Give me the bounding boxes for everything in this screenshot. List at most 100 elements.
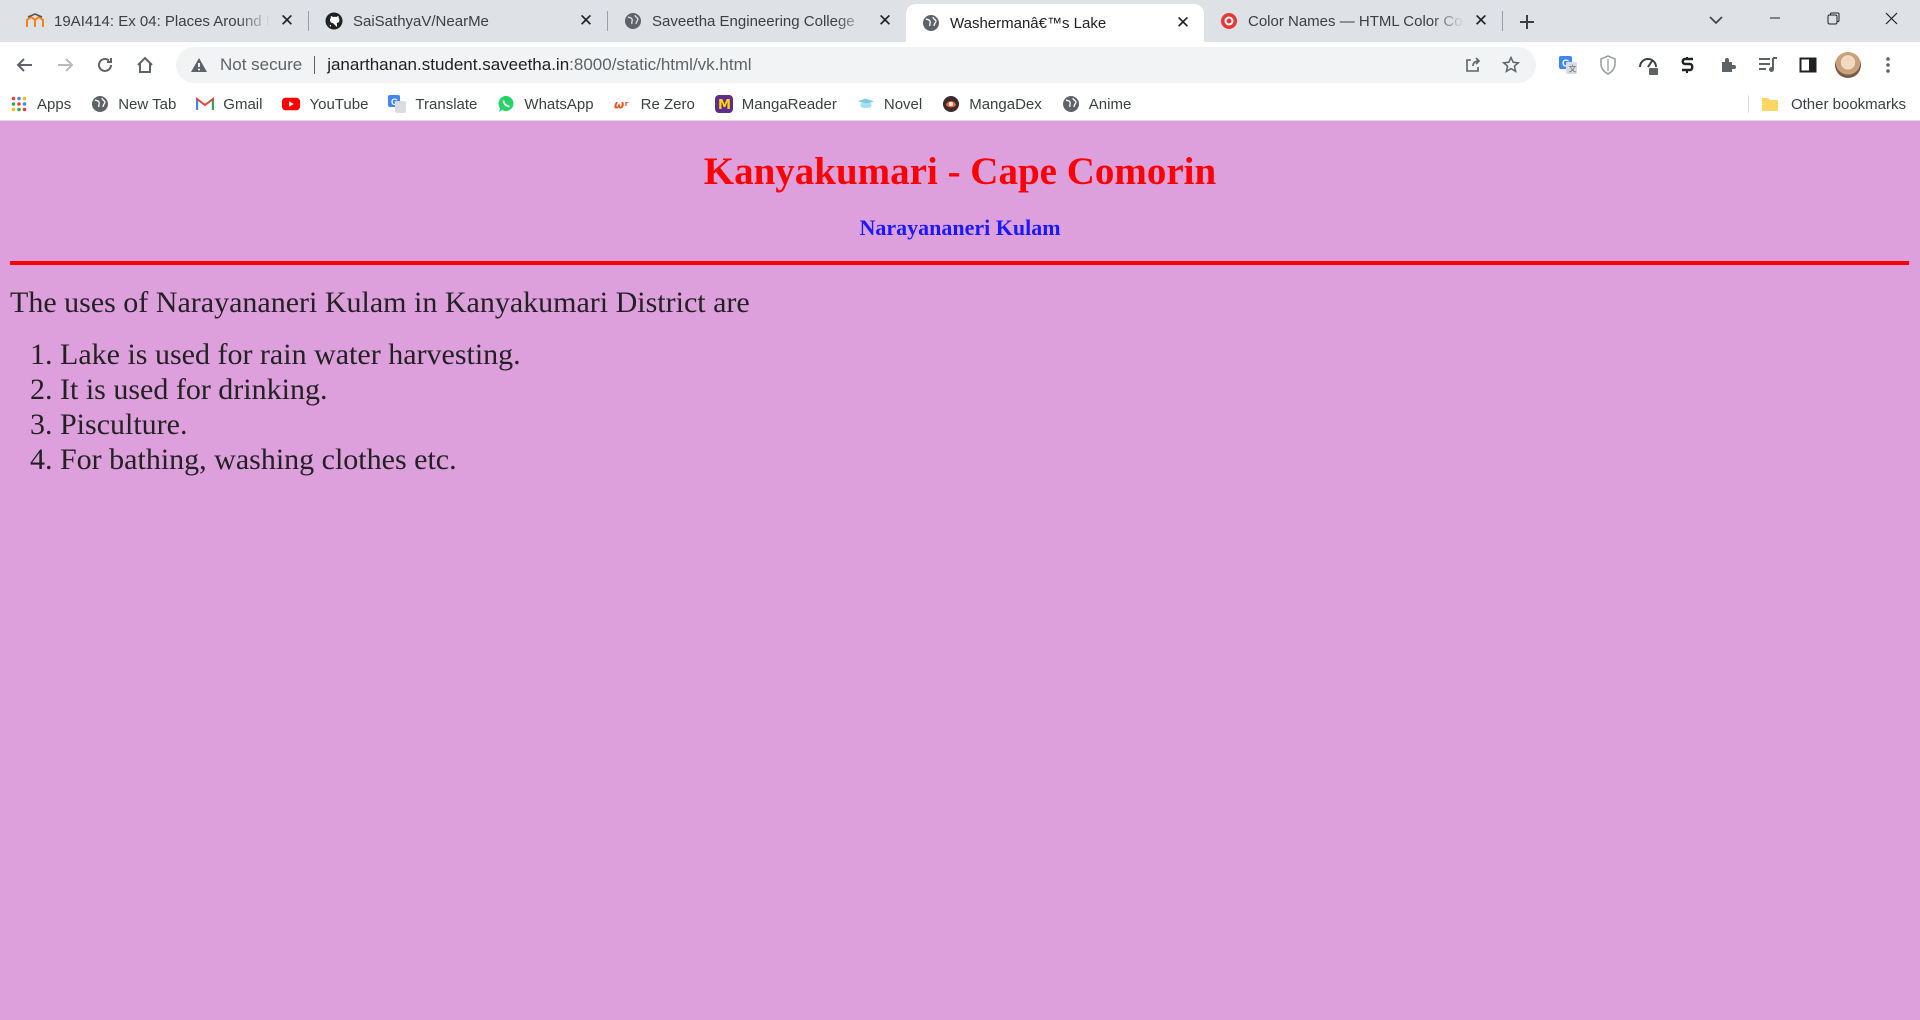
youtube-icon — [282, 95, 301, 113]
other-bookmarks[interactable]: Other bookmarks — [1761, 90, 1906, 118]
avatar[interactable] — [1835, 52, 1861, 78]
address-bar[interactable]: Not secure janarthanan.student.saveetha.… — [176, 47, 1536, 83]
bookmark-mangareader[interactable]: M MangaReader — [714, 90, 837, 118]
close-icon[interactable]: ✕ — [1174, 13, 1192, 32]
page-title: Kanyakumari - Cape Comorin — [703, 150, 1217, 193]
bookmark-mangadex[interactable]: MangaDex — [942, 90, 1042, 118]
moodle-icon — [26, 12, 44, 30]
tab-saveetha[interactable]: Saveetha Engineering College ✕ — [608, 4, 906, 38]
tab-search-button[interactable] — [1700, 4, 1732, 36]
security-label[interactable]: Not secure — [220, 55, 302, 75]
bookmark-apps[interactable]: Apps — [10, 90, 71, 118]
intro-text: The uses of Narayananeri Kulam in Kanyak… — [10, 286, 750, 319]
apps-grid-icon — [10, 95, 28, 113]
close-icon[interactable]: ✕ — [577, 11, 595, 30]
tab-strip: 19AI414: Ex 04: Places Around Me ✕ SaiSa… — [0, 0, 1920, 42]
lyrics-extension[interactable] — [1668, 48, 1708, 82]
tab-title: Saveetha Engineering College — [652, 12, 855, 30]
profile-button[interactable] — [1828, 48, 1868, 82]
bookmark-star-button[interactable] — [1496, 50, 1526, 80]
list-item: Pisculture. — [60, 407, 1910, 442]
arrow-right-icon — [58, 58, 74, 72]
mangadex-icon — [942, 95, 960, 113]
extensions-button[interactable] — [1708, 48, 1748, 82]
tab-title: SaiSathyaV/NearMe — [353, 12, 489, 30]
rezero-icon: ωr — [614, 95, 632, 113]
tab-separator — [1502, 11, 1503, 31]
svg-text:文: 文 — [1569, 64, 1577, 74]
globe-icon — [624, 12, 642, 30]
bookmark-label: Apps — [37, 95, 72, 113]
tab-title: Color Names — HTML Color Codes — [1248, 12, 1464, 30]
reload-button[interactable] — [88, 48, 122, 82]
reading-list-button[interactable] — [1748, 48, 1788, 82]
plus-icon — [1520, 15, 1534, 29]
bookmark-new-tab[interactable]: New Tab — [91, 90, 176, 118]
novel-icon — [857, 95, 875, 113]
minimize-button[interactable] — [1746, 0, 1804, 36]
side-panel-button[interactable] — [1788, 48, 1828, 82]
gmail-icon — [196, 95, 215, 113]
bookmark-label: New Tab — [118, 95, 177, 113]
more-vert-icon — [1886, 57, 1890, 73]
bookmark-novel[interactable]: Novel — [857, 90, 922, 118]
speed-extension[interactable] — [1628, 48, 1668, 82]
bookmark-whatsapp[interactable]: WhatsApp — [497, 90, 594, 118]
color-wheel-icon — [1220, 12, 1238, 30]
bookmark-gmail[interactable]: Gmail — [196, 90, 262, 118]
svg-text:r: r — [624, 99, 628, 108]
close-icon[interactable]: ✕ — [278, 11, 296, 30]
bookmark-re-zero[interactable]: ωr Re Zero — [614, 90, 695, 118]
share-icon — [1466, 57, 1481, 72]
url-text[interactable]: janarthanan.student.saveetha.in:8000/sta… — [327, 55, 1450, 75]
svg-text:M: M — [718, 98, 731, 113]
chevron-down-icon — [1709, 16, 1723, 25]
bookmark-translate[interactable]: G Translate — [388, 90, 477, 118]
tab-title: 19AI414: Ex 04: Places Around Me — [54, 12, 270, 30]
forward-button[interactable] — [48, 48, 82, 82]
bookmark-label: Anime — [1088, 95, 1132, 113]
bookmark-label: YouTube — [309, 95, 369, 113]
back-button[interactable] — [8, 48, 42, 82]
home-button[interactable] — [128, 48, 162, 82]
google-translate-extension[interactable]: G文 — [1548, 48, 1588, 82]
list-item: Lake is used for rain water harvesting. — [60, 337, 1910, 372]
divider — [314, 56, 316, 74]
bookmarks-bar: Apps New Tab Gmail YouTube G Translate W… — [0, 88, 1920, 121]
bookmark-anime[interactable]: Anime — [1062, 90, 1132, 118]
whatsapp-icon — [497, 95, 515, 113]
url-path: :8000/static/html/vk.html — [569, 55, 752, 74]
speedometer-icon — [1639, 58, 1658, 75]
github-icon — [325, 12, 343, 30]
close-icon[interactable]: ✕ — [876, 11, 894, 30]
tab-color-names[interactable]: Color Names — HTML Color Codes ✕ — [1204, 4, 1502, 38]
bookmark-label: Novel — [883, 95, 923, 113]
translate-icon: G — [388, 95, 407, 113]
tab-github[interactable]: SaiSathyaV/NearMe ✕ — [309, 4, 607, 38]
warning-icon[interactable] — [190, 55, 210, 75]
menu-button[interactable] — [1868, 48, 1908, 82]
close-icon[interactable]: ✕ — [1472, 11, 1490, 30]
bookmark-youtube[interactable]: YouTube — [282, 90, 368, 118]
shield-extension[interactable] — [1588, 48, 1628, 82]
tab-list: 19AI414: Ex 04: Places Around Me ✕ SaiSa… — [0, 0, 1543, 42]
svg-text:ω: ω — [614, 98, 624, 112]
tab-title: Washermanâ€™s Lake — [950, 14, 1107, 32]
url-host: janarthanan.student.saveetha.in — [327, 55, 570, 74]
restore-icon — [1827, 12, 1839, 24]
share-button[interactable] — [1458, 50, 1488, 80]
tab-washermans-lake[interactable]: Washermanâ€™s Lake ✕ — [906, 4, 1204, 42]
close-window-button[interactable] — [1862, 0, 1920, 36]
arrow-left-icon — [16, 58, 32, 72]
uses-list: Lake is used for rain water harvesting. … — [10, 337, 1910, 477]
puzzle-icon — [1722, 58, 1736, 72]
horizontal-rule — [10, 261, 1909, 265]
tab-moodle[interactable]: 19AI414: Ex 04: Places Around Me ✕ — [10, 4, 308, 38]
bookmark-label: MangaReader — [741, 95, 837, 113]
bookmark-label: Re Zero — [640, 95, 695, 113]
bookmark-label: Translate — [415, 95, 478, 113]
restore-button[interactable] — [1804, 0, 1862, 36]
new-tab-button[interactable] — [1511, 6, 1543, 38]
globe-icon — [91, 95, 109, 113]
window-controls — [1746, 0, 1920, 42]
